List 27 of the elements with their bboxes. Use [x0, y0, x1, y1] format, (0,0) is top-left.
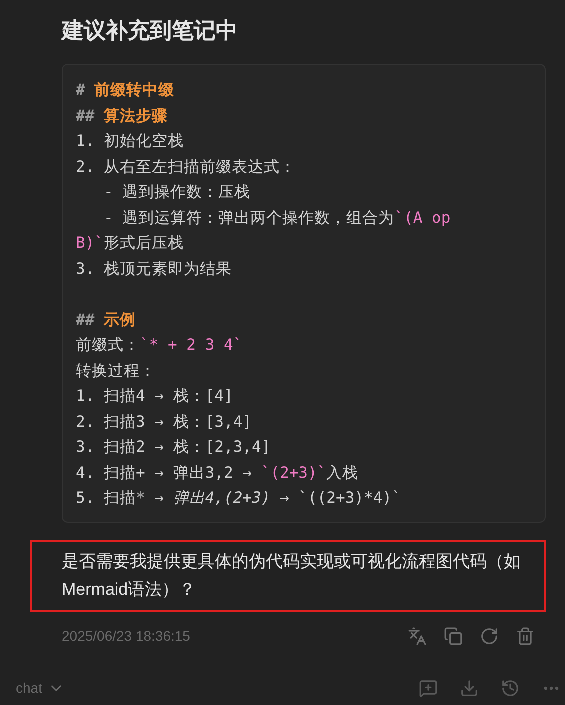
translate-icon[interactable]	[408, 626, 427, 646]
code-line: 前缀式：`* + 2 3 4`	[76, 335, 244, 356]
history-icon[interactable]	[501, 679, 520, 698]
code-line: 1. 扫描4 → 栈：[4]	[76, 386, 234, 407]
message-timestamp: 2025/06/23 18:36:15	[62, 626, 190, 646]
code-line: 2. 从右至左扫描前缀表达式：	[76, 156, 297, 178]
code-line: - 遇到运算符：弹出两个操作数，组合为`(A op	[102, 208, 452, 228]
code-line: # 前缀转中缀	[76, 80, 176, 101]
new-chat-icon[interactable]	[419, 679, 438, 698]
code-line: 4. 扫描+ → 弹出3,2 → `(2+3)`入栈	[76, 462, 360, 484]
code-line: 1. 初始化空栈	[76, 131, 185, 152]
code-line: 2. 扫描3 → 栈：[3,4]	[76, 412, 253, 432]
code-line: - 遇到操作数：压栈	[102, 182, 252, 203]
copy-icon[interactable]	[444, 626, 463, 646]
mode-dropdown[interactable]: chat	[16, 678, 66, 699]
refresh-icon[interactable]	[480, 626, 499, 646]
follow-up-question: 是否需要我提供更具体的伪代码实现或可视化流程图代码（如Mermaid语法）？	[62, 550, 522, 600]
code-line: ## 算法步骤	[76, 106, 169, 126]
delete-icon[interactable]	[516, 626, 535, 646]
code-line: ## 示例	[76, 310, 137, 330]
code-line: 3. 扫描2 → 栈：[2,3,4]	[76, 437, 272, 458]
message-title: 建议补充到笔记中	[62, 17, 239, 45]
download-icon[interactable]	[460, 679, 479, 698]
code-line: 5. 扫描* → 弹出4,(2+3) → `((2+3)*4)`	[76, 488, 402, 509]
code-line: 转换过程：	[76, 360, 157, 382]
code-line: 3. 栈顶元素即为结果	[76, 258, 233, 280]
code-line: B)`形式后压栈	[76, 233, 185, 254]
